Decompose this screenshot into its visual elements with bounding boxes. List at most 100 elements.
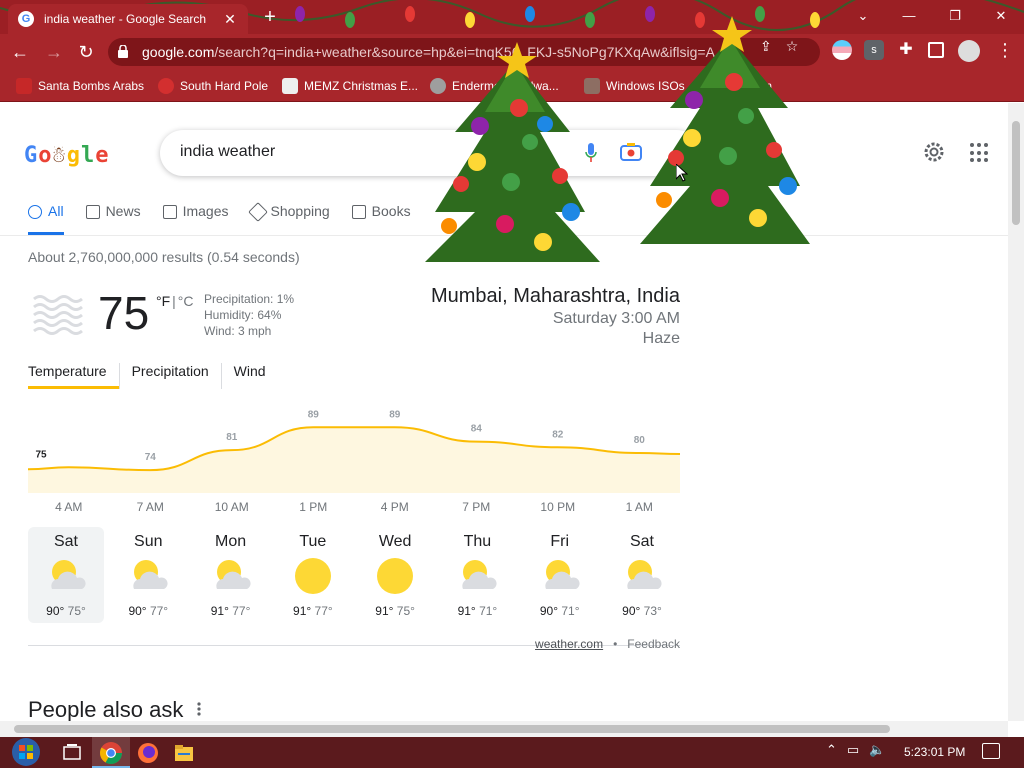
close-window-button[interactable]: ✕ [978, 0, 1024, 34]
tab-precipitation[interactable]: Precipitation [118, 363, 221, 389]
bookmark-label: South Hard Pole [180, 79, 269, 93]
tab-label: Images [182, 203, 229, 219]
reload-button[interactable]: ↻ [74, 40, 98, 64]
restore-button[interactable]: ❐ [932, 0, 978, 34]
tab-strip: G india weather - Google Search ✕ + ⌄ — … [0, 0, 1024, 34]
tab-all[interactable]: All [28, 203, 64, 235]
forecast-day[interactable]: Tue 91° 77° [275, 527, 351, 623]
day-low: 71° [561, 604, 580, 618]
sunny-icon [294, 558, 331, 594]
taskbar-clock[interactable]: 5:23:01 PM [904, 745, 965, 759]
tab-books[interactable]: Books [351, 203, 411, 235]
google-doodle-logo[interactable]: Go☃gle [24, 143, 110, 168]
settings-gear-icon[interactable] [922, 140, 946, 164]
start-button-icon[interactable] [6, 737, 46, 768]
extension-flag-icon[interactable] [832, 40, 852, 60]
chrome-menu-icon[interactable]: ⋮ [996, 40, 1014, 61]
task-view-icon[interactable] [60, 741, 84, 765]
file-explorer-icon[interactable] [172, 741, 196, 765]
taskbar: ⌃ ▭ 🔈 5:23:01 PM [0, 737, 1024, 768]
tab-shopping[interactable]: Shopping [247, 202, 330, 235]
tab-temperature[interactable]: Temperature [28, 363, 119, 389]
extensions-puzzle-icon[interactable]: ✚ [896, 40, 916, 60]
forecast-day[interactable]: Wed 91° 75° [357, 527, 433, 623]
day-high: 90° [622, 604, 641, 618]
bookmark-item[interactable]: South Hard Pole [158, 76, 268, 96]
bookmark-favicon-icon [282, 78, 298, 94]
chevron-up-icon[interactable]: ⌃ [826, 742, 837, 758]
more-options-icon[interactable] [196, 701, 202, 717]
chrome-taskbar-button[interactable] [92, 737, 130, 768]
screen: G india weather - Google Search ✕ + ⌄ — … [0, 0, 1024, 768]
forecast-day[interactable]: Mon 91° 77° [193, 527, 269, 623]
partly-cloudy-icon [215, 560, 251, 589]
tab-news[interactable]: News [85, 203, 141, 235]
new-tab-button[interactable]: + [258, 6, 282, 30]
temperature-chart[interactable]: 75 4 AM 74 7 AM 81 10 AM 89 1 PM 89 4 PM 84 7 PM 82 1… [28, 403, 680, 513]
temperature-value-label: 74 [145, 452, 157, 463]
back-button[interactable]: ← [8, 40, 32, 64]
time-axis-label: 10 AM [215, 500, 249, 513]
day-low: 77° [232, 604, 251, 618]
horizontal-scrollbar[interactable] [0, 721, 1008, 737]
unit-toggle: °F | °C [156, 293, 194, 309]
people-also-ask-heading: People also ask [28, 697, 184, 721]
partly-cloudy-icon [462, 560, 497, 589]
scroll-thumb[interactable] [1012, 121, 1020, 225]
minimize-button[interactable]: — [886, 0, 932, 34]
local-time: Saturday 3:00 AM [552, 310, 680, 327]
day-high: 91° [375, 604, 394, 618]
bookmark-item[interactable]: Santa Bombs Arabs [16, 76, 144, 96]
camera-lens-icon[interactable] [620, 143, 642, 161]
daily-forecast: Sat 90° 75° Sun 90° 77° Mon 91° 77° Tue 91° 77°… [28, 527, 680, 623]
time-axis-label: 4 PM [381, 500, 409, 513]
bookmark-item[interactable]: MEMZ Christmas E... [282, 76, 418, 96]
tab-images[interactable]: Images [162, 203, 229, 235]
day-high: 90° [128, 604, 147, 618]
tab-label: All [48, 203, 64, 219]
news-icon [85, 205, 100, 219]
time-axis-label: 7 PM [462, 500, 490, 513]
temperature-value-label: 89 [389, 409, 401, 420]
scroll-thumb[interactable] [14, 725, 890, 733]
tab-search-icon[interactable]: ⌄ [840, 0, 886, 34]
forecast-day[interactable]: Sun 90° 77° [110, 527, 186, 623]
forecast-day[interactable]: Sat 90° 75° [28, 527, 104, 623]
browser-tab[interactable]: G india weather - Google Search ✕ [8, 4, 248, 34]
google-apps-icon[interactable] [970, 143, 990, 163]
volume-icon[interactable]: 🔈 [869, 742, 885, 758]
day-temperatures: 91° 71° [439, 604, 515, 618]
day-temperatures: 90° 77° [110, 604, 186, 618]
unit-celsius[interactable]: °C [178, 293, 194, 309]
firefox-icon[interactable] [136, 741, 160, 765]
christmas-tree-overlay [640, 16, 810, 244]
temperature-value-label: 75 [35, 449, 47, 460]
day-name: Sat [53, 533, 78, 550]
day-name: Tue [299, 533, 327, 550]
side-panel-icon[interactable] [928, 42, 944, 58]
day-low: 77° [314, 604, 333, 618]
day-name: Thu [463, 533, 492, 550]
forecast-day[interactable]: Sat 90° 73° [604, 527, 680, 623]
partly-cloudy-icon [133, 560, 168, 589]
bookmark-favicon-icon [16, 78, 32, 94]
weather-source-link[interactable]: weather.com [535, 637, 603, 651]
forecast-day[interactable]: Fri 90° 71° [522, 527, 598, 623]
day-temperatures: 91° 77° [275, 604, 351, 618]
unit-fahrenheit[interactable]: °F [156, 293, 170, 309]
bookmark-label: Santa Bombs Arabs [38, 79, 145, 93]
forecast-day[interactable]: Thu 91° 71° [439, 527, 515, 623]
vertical-scrollbar[interactable] [1008, 103, 1024, 721]
location-name: Mumbai, Maharashtra, India [430, 285, 680, 307]
notifications-icon[interactable] [982, 743, 1000, 759]
bookmark-label: MEMZ Christmas E... [304, 79, 419, 93]
extension-s-icon[interactable]: s [864, 40, 884, 60]
profile-avatar[interactable] [958, 40, 980, 62]
weather-source-footer: weather.com • Feedback [535, 637, 680, 651]
forward-button[interactable]: → [42, 40, 66, 64]
day-name: Wed [378, 533, 412, 550]
close-tab-icon[interactable]: ✕ [222, 11, 238, 28]
feedback-link[interactable]: Feedback [627, 637, 680, 651]
network-icon[interactable]: ▭ [847, 742, 859, 758]
tab-wind[interactable]: Wind [220, 363, 278, 389]
